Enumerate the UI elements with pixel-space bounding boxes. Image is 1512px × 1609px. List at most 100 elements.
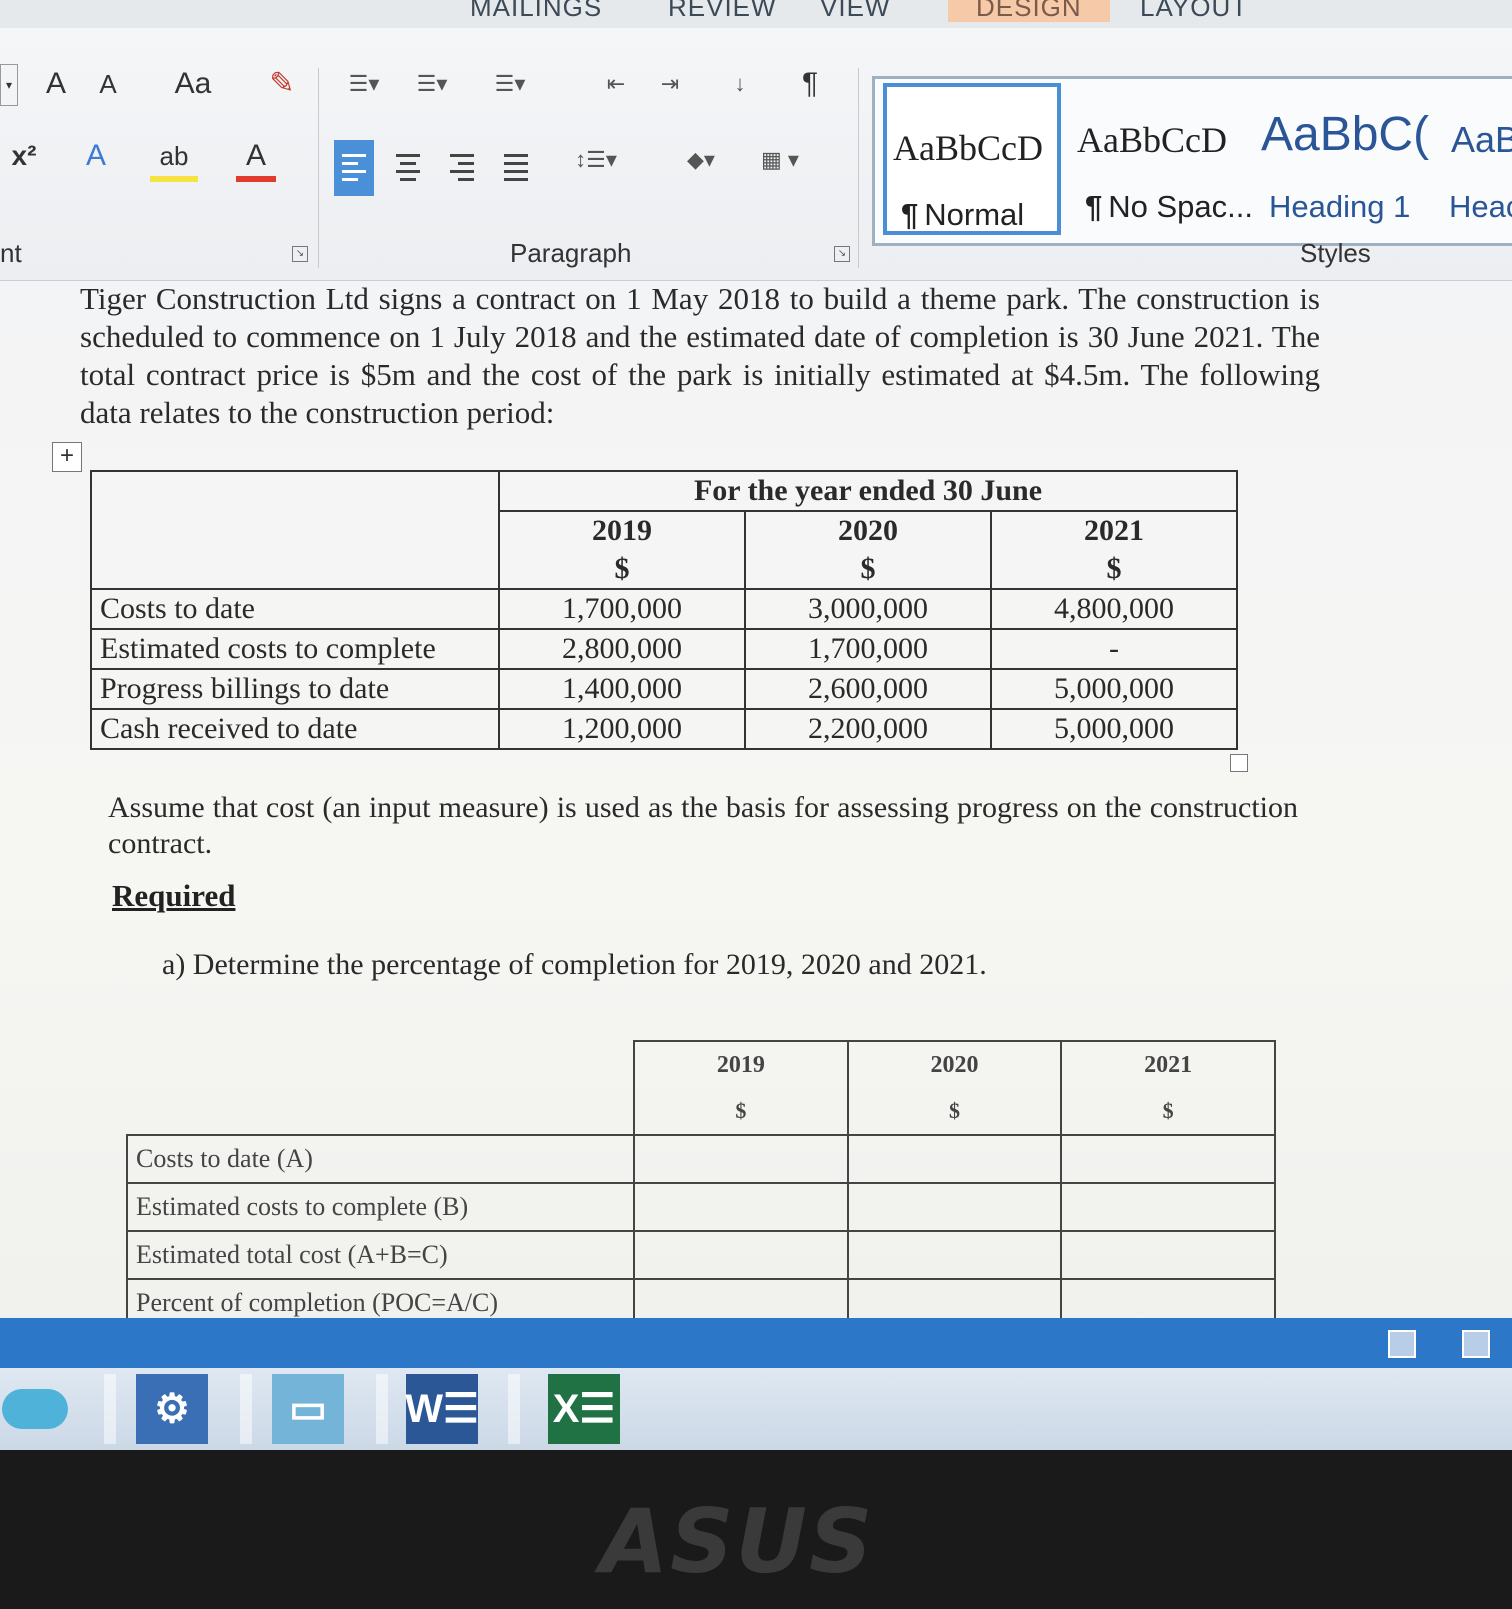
answer-cell[interactable]: [633, 1182, 849, 1232]
row-label: Estimated costs to complete: [90, 628, 500, 670]
laptop-brand-logo: ASUS: [600, 1490, 875, 1593]
style-name: Heading 1: [1269, 189, 1411, 224]
taskbar-separator: [508, 1374, 520, 1444]
tab-review[interactable]: REVIEW: [668, 0, 777, 22]
show-formatting-icon[interactable]: ¶: [790, 64, 830, 104]
excel-app-icon[interactable]: X ☰: [548, 1374, 620, 1444]
row-label: Costs to date: [90, 588, 500, 630]
table-resize-handle[interactable]: [1230, 754, 1248, 772]
styles-group-label: Styles: [1300, 238, 1371, 268]
font-dialog-launcher[interactable]: ↘: [292, 246, 308, 262]
table-cell: 1,700,000: [744, 628, 992, 670]
required-heading: Required: [112, 878, 236, 913]
answer-cell[interactable]: [846, 1230, 1063, 1280]
text-effects-button[interactable]: A: [74, 136, 118, 176]
year-header: 2021: [990, 510, 1238, 550]
currency-header: $: [990, 550, 1238, 590]
contract-data-table: For the year ended 30 June 2019 2020 202…: [90, 470, 1238, 750]
numbering-icon[interactable]: ☰▾: [404, 64, 460, 104]
answer-cell[interactable]: [1060, 1182, 1276, 1232]
style-heading-1[interactable]: AaBbC( Heading 1: [1255, 79, 1435, 237]
grow-font-button[interactable]: A: [38, 64, 74, 104]
taskbar-separator: [240, 1374, 252, 1444]
table-row: Progress billings to date 1,400,000 2,60…: [90, 668, 1238, 710]
year-header: 2021: [1060, 1040, 1276, 1088]
bullets-icon[interactable]: ☰▾: [336, 64, 392, 104]
justify-button[interactable]: [496, 140, 536, 196]
font-size-dropdown[interactable]: ▾: [0, 64, 18, 106]
font-color-button[interactable]: A: [236, 136, 276, 182]
style-name: Heac: [1449, 189, 1512, 224]
paragraph-dialog-launcher[interactable]: ↘: [834, 246, 850, 262]
row-label: Estimated total cost (A+B=C): [126, 1230, 635, 1280]
align-right-button[interactable]: [442, 140, 482, 196]
taskbar: ⚙ ▭ W ☰ X ☰: [0, 1368, 1512, 1450]
style-name: ¶ Normal: [901, 197, 1025, 232]
answer-cell[interactable]: [633, 1134, 849, 1184]
table-cell: 1,700,000: [498, 588, 746, 630]
decrease-indent-icon[interactable]: ⇤: [594, 64, 638, 104]
currency-header: $: [1060, 1088, 1276, 1136]
style-sample: AaB: [1451, 119, 1512, 160]
increase-indent-icon[interactable]: ⇥: [648, 64, 692, 104]
align-center-button[interactable]: [388, 140, 428, 196]
borders-icon[interactable]: ▦ ▾: [748, 140, 812, 180]
table-row: Estimated costs to complete (B): [126, 1182, 1276, 1232]
answer-cell[interactable]: [846, 1134, 1063, 1184]
answer-cell[interactable]: [846, 1182, 1063, 1232]
taskbar-separator: [104, 1374, 116, 1444]
table-cell: 2,600,000: [744, 668, 992, 710]
tab-layout[interactable]: LAYOUT: [1140, 0, 1248, 22]
table-row: Costs to date 1,700,000 3,000,000 4,800,…: [90, 588, 1238, 630]
table-row: Estimated total cost (A+B=C): [126, 1230, 1276, 1280]
table-cell: 5,000,000: [990, 708, 1238, 750]
highlight-button[interactable]: ab: [150, 136, 198, 182]
style-normal[interactable]: AaBbCcD ¶ Normal: [883, 83, 1061, 235]
table-corner-cell: [90, 470, 500, 590]
tab-view[interactable]: VIEW: [820, 0, 890, 22]
remote-desktop-icon[interactable]: ▭: [272, 1374, 344, 1444]
table-cell: -: [990, 628, 1238, 670]
group-separator: [858, 68, 859, 268]
clear-formatting-icon[interactable]: ✎: [260, 64, 304, 104]
period-header: For the year ended 30 June: [498, 470, 1238, 512]
year-header: 2019: [498, 510, 746, 550]
shrink-font-button[interactable]: A: [90, 64, 126, 104]
line-spacing-icon[interactable]: ↕☰▾: [566, 140, 626, 180]
print-layout-icon[interactable]: [1462, 1330, 1490, 1358]
document-page[interactable]: Tiger Construction Ltd signs a contract …: [0, 280, 1512, 1328]
align-left-button[interactable]: [334, 140, 374, 196]
superscript-button[interactable]: x²: [4, 136, 44, 176]
sort-icon[interactable]: ↓: [720, 64, 760, 104]
settings-gear-icon[interactable]: ⚙: [136, 1374, 208, 1444]
table-cell: 2,200,000: [744, 708, 992, 750]
group-separator: [318, 68, 319, 268]
table-cell: 2,800,000: [498, 628, 746, 670]
onedrive-icon[interactable]: [0, 1374, 70, 1444]
currency-header: $: [846, 1088, 1063, 1136]
paragraph-group-label: Paragraph: [510, 238, 632, 268]
answer-table: 2019 2020 2021 $ $ $ Costs to date (A) E…: [126, 1040, 1276, 1328]
answer-cell[interactable]: [633, 1230, 849, 1280]
row-label: Estimated costs to complete (B): [126, 1182, 635, 1232]
style-no-spacing[interactable]: AaBbCcD ¶ No Spac...: [1071, 79, 1253, 237]
read-mode-icon[interactable]: [1388, 1330, 1416, 1358]
change-case-button[interactable]: Aa: [160, 64, 226, 104]
intro-paragraph: Tiger Construction Ltd signs a contract …: [80, 281, 1320, 430]
tab-mailings[interactable]: MAILINGS: [470, 0, 602, 22]
multilevel-list-icon[interactable]: ☰▾: [480, 64, 540, 104]
row-label: Progress billings to date: [90, 668, 500, 710]
word-app-icon[interactable]: W ☰: [405, 1374, 479, 1444]
year-header: 2020: [846, 1040, 1063, 1088]
shading-icon[interactable]: ◆▾: [672, 140, 730, 180]
answer-cell[interactable]: [1060, 1230, 1276, 1280]
answer-cell[interactable]: [1060, 1134, 1276, 1184]
style-heading-2[interactable]: AaB Heac: [1445, 79, 1512, 237]
ribbon-tab-strip: MAILINGS REVIEW VIEW DESIGN LAYOUT: [0, 0, 1512, 29]
table-move-handle[interactable]: +: [52, 442, 82, 472]
tab-design[interactable]: DESIGN: [948, 0, 1110, 22]
question-a: a) Determine the percentage of completio…: [162, 948, 987, 981]
year-header-row: 2019 2020 2021: [127, 1040, 1276, 1135]
style-name: ¶ No Spac...: [1085, 189, 1253, 224]
row-label: Cash received to date: [90, 708, 500, 750]
